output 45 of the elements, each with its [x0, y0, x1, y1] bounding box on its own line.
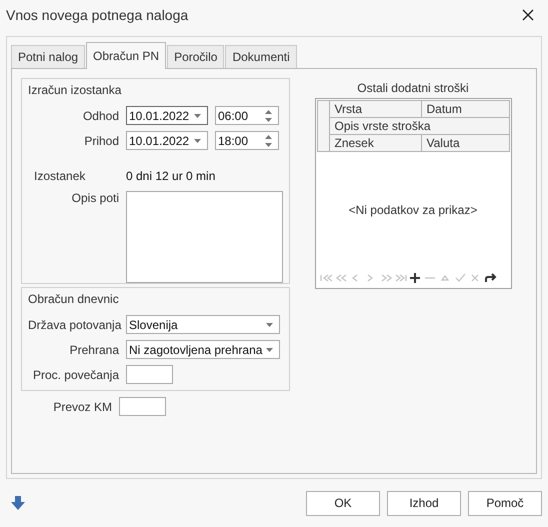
column-header[interactable]: Valuta [422, 135, 508, 151]
absence-value: 0 dni 12 ur 0 min [126, 169, 216, 183]
meals-dropdown[interactable]: Ni zagotovljena prehrana [126, 340, 280, 359]
tab[interactable]: Obračun PN [86, 42, 166, 69]
column-header[interactable]: Opis vrste stroška [330, 118, 508, 134]
tab[interactable]: Potni nalog [11, 45, 86, 68]
time-field[interactable]: 18:00 [215, 131, 279, 150]
empty-message: <Ni podatkov za prikaz> [348, 203, 478, 217]
route-text-area[interactable] [126, 191, 283, 283]
dialog-button[interactable]: OK [306, 490, 380, 516]
column-header[interactable]: Vrsta [330, 101, 422, 117]
tab[interactable]: Dokumenti [225, 45, 297, 68]
column-header[interactable]: Znesek [330, 135, 422, 151]
country-dropdown[interactable]: Slovenija [126, 315, 280, 334]
time-field[interactable]: 06:00 [215, 106, 279, 125]
field-label: Prehrana [68, 342, 119, 356]
field-label: Odhod [82, 108, 119, 122]
down-arrow-icon[interactable] [11, 496, 25, 510]
window-title: Vnos novega potnega naloga [6, 7, 188, 23]
spin-icon[interactable] [265, 110, 272, 122]
input-field[interactable] [126, 365, 173, 384]
group-title: Obračun dnevnic [28, 292, 120, 306]
navigator-add-icon[interactable] [410, 273, 422, 283]
field-label: Država potovanja [28, 318, 119, 332]
input-field[interactable] [119, 397, 166, 416]
caret-icon [266, 322, 273, 326]
column-header[interactable]: Datum [422, 101, 508, 117]
field-label: Proc. povečanja [32, 368, 119, 382]
caret-icon [194, 138, 201, 142]
spin-icon[interactable] [265, 134, 272, 146]
tab[interactable]: Poročilo [167, 45, 224, 68]
group-title: Izračun izostanka [28, 83, 122, 97]
date-field[interactable]: 10.01.2022 [126, 131, 208, 150]
close-icon[interactable] [522, 9, 534, 21]
field-label: Izostanek [33, 169, 86, 183]
date-field[interactable]: 10.01.2022 [126, 106, 208, 125]
field-label: Prevoz KM [52, 400, 112, 414]
field-label: Opis poti [70, 191, 119, 205]
dialog-button[interactable]: Izhod [387, 490, 461, 516]
navigator-refresh-icon[interactable] [484, 273, 496, 283]
section-title: Ostali dodatni stroški [357, 81, 469, 95]
caret-icon [266, 348, 273, 352]
field-label: Prihod [83, 134, 119, 148]
caret-icon [194, 114, 201, 118]
dialog-button[interactable]: Pomoč [468, 490, 542, 516]
